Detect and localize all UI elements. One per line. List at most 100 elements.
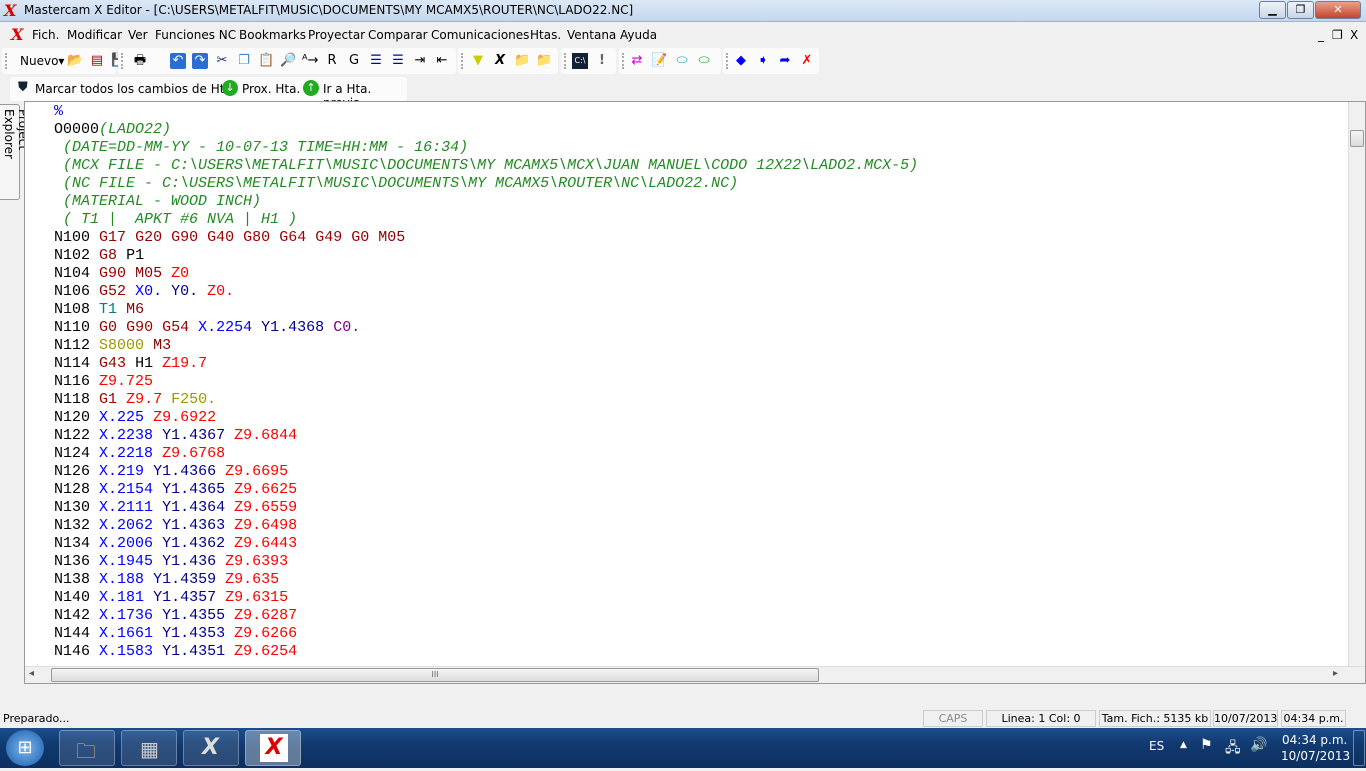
code-editor[interactable]: % O0000(LADO22) (DATE=DD-MM-YY - 10-07-13… bbox=[24, 101, 1366, 684]
minimize-button[interactable]: ▁ bbox=[1259, 1, 1286, 19]
outdent-icon[interactable]: ⇤ bbox=[434, 53, 450, 69]
code-line: O0000(LADO22) bbox=[54, 121, 918, 139]
clock-date[interactable]: 10/07/2013 bbox=[1281, 749, 1350, 763]
goto-icon[interactable]: G bbox=[346, 53, 362, 69]
exclamation-icon[interactable]: ! bbox=[594, 53, 610, 69]
horizontal-scroll-thumb[interactable]: III bbox=[51, 668, 819, 682]
code-token: X.1945 bbox=[99, 553, 154, 570]
network-disconnected-icon[interactable]: 🖧 bbox=[1225, 737, 1241, 761]
code-line: N126 X.219 Y1.4366 Z9.6695 bbox=[54, 463, 918, 481]
taskbar-calculator[interactable]: ▦ bbox=[121, 730, 177, 766]
menu-ayuda[interactable]: Ayuda bbox=[620, 28, 657, 42]
menu-htas[interactable]: Htas. bbox=[530, 28, 561, 42]
action-center-flag-icon[interactable]: ⚑ bbox=[1200, 737, 1213, 753]
console-icon[interactable]: C:\ bbox=[572, 53, 588, 69]
new-button[interactable]: Nuevo▾ bbox=[20, 54, 64, 68]
redo-icon[interactable]: ↷ bbox=[192, 53, 208, 69]
show-desktop-button[interactable] bbox=[1353, 730, 1365, 766]
clear-bookmarks-icon[interactable]: ✗ bbox=[799, 53, 815, 69]
code-line: N140 X.181 Y1.4357 Z9.6315 bbox=[54, 589, 918, 607]
code-token: Z9.6695 bbox=[225, 463, 289, 480]
clock-time[interactable]: 04:34 p.m. bbox=[1282, 733, 1347, 747]
menu-fich[interactable]: Fich. bbox=[32, 28, 59, 42]
folder-up-icon[interactable]: 📁 bbox=[514, 53, 530, 69]
copy-icon[interactable]: ❐ bbox=[236, 53, 252, 69]
open-folder-icon[interactable]: 📂 bbox=[67, 53, 83, 69]
renumber-icon[interactable]: ☰ bbox=[390, 53, 406, 69]
code-token: Z9.6393 bbox=[225, 553, 289, 570]
menu-comunicaciones[interactable]: Comunicaciones bbox=[431, 28, 529, 42]
replace-icon[interactable]: R bbox=[324, 53, 340, 69]
paste-icon[interactable]: 📋 bbox=[258, 53, 274, 69]
table-icon[interactable]: ▤ bbox=[89, 53, 105, 69]
taskbar-explorer[interactable]: 🗀 bbox=[59, 730, 115, 766]
window-title: Mastercam X Editor - [C:\USERS\METALFIT\… bbox=[24, 3, 634, 17]
link-green-icon[interactable]: ⬭ bbox=[696, 53, 712, 69]
start-button[interactable]: ⊞ bbox=[6, 730, 44, 766]
show-hidden-icons-icon[interactable]: ▲ bbox=[1180, 740, 1187, 750]
compare-icon[interactable]: ⇄ bbox=[629, 53, 645, 69]
close-button[interactable]: ✕ bbox=[1315, 1, 1361, 19]
mdi-minimize-button[interactable]: _ bbox=[1318, 28, 1324, 42]
scroll-right-icon[interactable]: ▸ bbox=[1333, 668, 1338, 679]
mdi-close-button[interactable]: X bbox=[1350, 28, 1358, 42]
notes-icon[interactable]: 📝 bbox=[651, 53, 667, 69]
code-token: H1 bbox=[135, 355, 154, 372]
code-token: Z9.6922 bbox=[153, 409, 217, 426]
bookmark-icon[interactable]: ◆ bbox=[733, 53, 749, 69]
menu-ventana[interactable]: Ventana bbox=[567, 28, 616, 42]
menu-comparar[interactable]: Comparar bbox=[368, 28, 428, 42]
comm-toolbar-group: C:\ ! bbox=[561, 48, 616, 74]
prev-bookmark-icon[interactable]: ➦ bbox=[777, 53, 793, 69]
link-icon[interactable]: ⬭ bbox=[674, 53, 690, 69]
maximize-button[interactable]: ❐ bbox=[1287, 1, 1314, 19]
menu-proyectar[interactable]: Proyectar bbox=[308, 28, 365, 42]
code-line: (MATERIAL - WOOD INCH) bbox=[54, 193, 918, 211]
taskbar-mastercam-editor[interactable]: X bbox=[245, 730, 301, 766]
menu-modificar[interactable]: Modificar bbox=[67, 28, 122, 42]
indent-icon[interactable]: ⇥ bbox=[412, 53, 428, 69]
main-toolbar: Nuevo▾ 📂 ▤ 💾 🖶 ↶ ↷ ✂ ❐ 📋 🔎 ᴬ→ R G ☰ ☰ ⇥ … bbox=[0, 48, 1366, 76]
menu-bookmarks[interactable]: Bookmarks bbox=[239, 28, 306, 42]
horizontal-scrollbar[interactable]: ◂ III ▸ bbox=[25, 666, 1365, 683]
code-token: X.2006 bbox=[99, 535, 154, 552]
find-next-icon[interactable]: ᴬ→ bbox=[302, 53, 319, 69]
scroll-left-icon[interactable]: ◂ bbox=[29, 668, 34, 679]
print-icon[interactable]: 🖶 bbox=[132, 53, 148, 69]
code-token: G52 bbox=[99, 283, 127, 300]
code-token: F250. bbox=[171, 391, 217, 408]
mdi-restore-button[interactable]: ❐ bbox=[1332, 28, 1343, 42]
find-icon[interactable]: 🔎 bbox=[280, 53, 296, 69]
code-token: M05 bbox=[378, 229, 406, 246]
mark-all-tool-changes-button[interactable]: Marcar todos los cambios de Hta. bbox=[35, 82, 236, 96]
align-icon[interactable]: ☰ bbox=[368, 53, 384, 69]
next-bookmark-icon[interactable]: ➧ bbox=[755, 53, 771, 69]
cut-icon[interactable]: ✂ bbox=[214, 53, 230, 69]
menu-ver[interactable]: Ver bbox=[128, 28, 148, 42]
language-indicator[interactable]: ES bbox=[1149, 739, 1164, 753]
code-line: N138 X.188 Y1.4359 Z9.635 bbox=[54, 571, 918, 589]
undo-icon[interactable]: ↶ bbox=[170, 53, 186, 69]
filter-icon[interactable]: ▼ bbox=[470, 53, 486, 69]
code-token: G40 bbox=[207, 229, 235, 246]
menu-funciones-nc[interactable]: Funciones NC bbox=[155, 28, 236, 42]
code-line: N136 X.1945 Y1.436 Z9.6393 bbox=[54, 553, 918, 571]
folder-down-icon[interactable]: 📁 bbox=[536, 53, 552, 69]
mastercam-icon[interactable]: X bbox=[492, 53, 508, 69]
project-explorer-tab[interactable]: Project Explorer bbox=[0, 104, 30, 200]
volume-icon[interactable]: 🔊 bbox=[1250, 737, 1267, 753]
code-token: X.219 bbox=[99, 463, 145, 480]
code-token: Y1.4368 bbox=[261, 319, 325, 336]
code-token: ( T1 | APKT #6 NVA | H1 ) bbox=[63, 211, 298, 228]
vertical-scroll-thumb[interactable] bbox=[1350, 130, 1364, 147]
next-tool-button[interactable]: Prox. Hta. bbox=[242, 82, 300, 96]
taskbar-mastercam[interactable]: X bbox=[183, 730, 239, 766]
vertical-scrollbar[interactable] bbox=[1348, 102, 1365, 667]
